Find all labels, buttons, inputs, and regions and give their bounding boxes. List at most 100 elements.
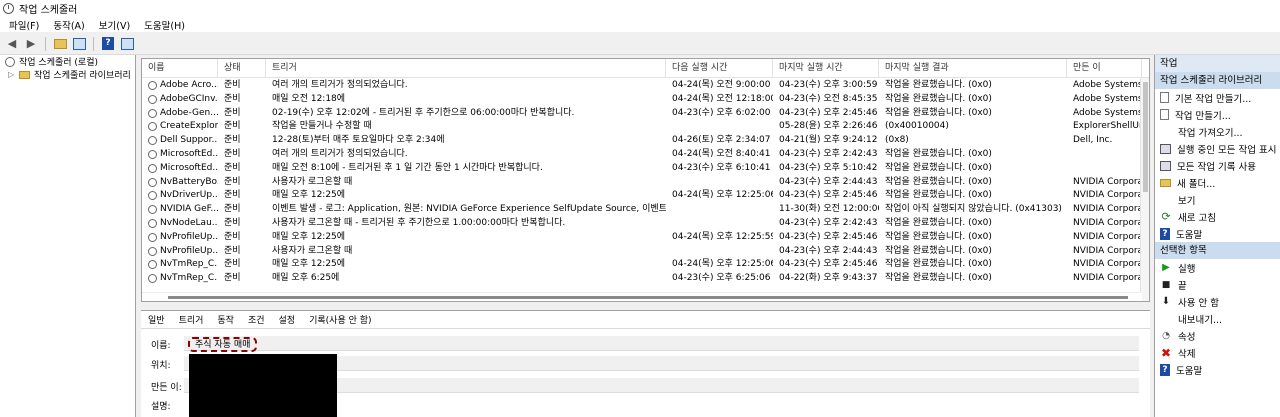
action-item[interactable]: ? 도움말 [1155, 225, 1280, 242]
action-item[interactable]: ? 도움말 [1155, 361, 1280, 378]
task-last-run: 04-23(수) 오후 2:45:46 [773, 258, 879, 272]
tree-item-library[interactable]: ▷ 작업 스케줄러 라이브러리 [0, 68, 135, 81]
tab-settings[interactable]: 설정 [272, 313, 303, 326]
delete-icon: ✖ [1160, 345, 1172, 360]
action-item[interactable]: ✖ 삭제 [1155, 344, 1280, 361]
task-trigger: 이벤트 발생 - 로그: Application, 원본: NVIDIA GeF… [266, 203, 666, 217]
help-icon: ? [1160, 363, 1170, 376]
task-name-text: AdobeGCInv... [160, 93, 218, 104]
tab-triggers[interactable]: 트리거 [172, 313, 211, 326]
table-row[interactable]: NvNodeLau... 준비 사용자가 로그온할 때 - 트리거된 후 주기한으로… [142, 217, 1142, 231]
action-item[interactable]: 새 폴더... [1155, 174, 1280, 191]
back-button[interactable]: ◀ [4, 36, 20, 52]
column-header-trigger[interactable]: 트리거 [266, 59, 666, 78]
author-label: 만든 이: [151, 383, 182, 393]
tree-item-root[interactable]: 작업 스케줄러 (로컬) [0, 55, 135, 68]
task-author-text: Dell, Inc. [1073, 135, 1113, 146]
scroll-thumb[interactable] [1143, 82, 1148, 192]
task-trigger: 02-19(수) 오후 12:02에 - 트리거된 후 주기한으로 06:00:… [266, 107, 666, 121]
action-item[interactable]: 작업 만들기... [1155, 106, 1280, 123]
task-next-run-text: 04-24(목) 오전 12:18:00 [672, 93, 773, 104]
task-status-text: 준비 [224, 231, 241, 242]
column-header-author[interactable]: 만든 이 [1067, 59, 1142, 78]
library-section-header[interactable]: 작업 스케줄러 라이브러리 [1155, 72, 1280, 89]
task-clock-icon [148, 163, 157, 173]
action-item[interactable]: ⟳ 새로 고침 [1155, 208, 1280, 225]
expand-chevron-icon[interactable]: ▷ [8, 70, 16, 79]
table-row[interactable]: MicrosoftEd... 준비 매일 오전 8:10에 - 트리거된 후 1 일… [142, 162, 1142, 176]
column-header-next-run[interactable]: 다음 실행 시간 [666, 59, 773, 78]
action-item-label: 실행 [1178, 263, 1196, 275]
show-hide-action-pane-button[interactable] [119, 36, 135, 52]
task-last-result-text: 작업을 완료했습니다. (0x0) [885, 107, 992, 118]
horizontal-scrollbar[interactable] [142, 292, 1142, 301]
title-bar: 작업 스케줄러 [0, 0, 1280, 17]
table-row[interactable]: NvTmRep_C... 준비 매일 오후 6:25에 04-23(수) 오후 6:2… [142, 272, 1142, 286]
action-item[interactable]: 보기 [1155, 191, 1280, 208]
action-item[interactable]: 기본 작업 만들기... [1155, 89, 1280, 106]
window-title: 작업 스케줄러 [19, 5, 78, 16]
task-author-text: Adobe Systems [1073, 107, 1142, 118]
table-row[interactable]: AdobeGCInv... 준비 매일 오전 12:18에 04-24(목) 오전 1… [142, 93, 1142, 107]
table-row[interactable]: Dell Suppor... 준비 12-28(토)부터 매주 토요일마다 오후 2… [142, 134, 1142, 148]
show-hide-console-tree-button[interactable] [71, 36, 87, 52]
table-row[interactable]: NVIDIA GeF... 준비 이벤트 발생 - 로그: Application,… [142, 203, 1142, 217]
table-row[interactable]: Adobe Acro... 준비 여러 개의 트리거가 정의되었습니다. 04-24(… [142, 79, 1142, 93]
name-field[interactable] [184, 336, 1139, 351]
task-last-run-text: 11-30(화) 오전 12:00:00 [779, 204, 879, 215]
table-row[interactable]: NvProfileUp... 준비 사용자가 로그온할 때 04-23(수) 오후 2… [142, 245, 1142, 259]
action-item[interactable]: ■ 끝 [1155, 276, 1280, 293]
vertical-scrollbar[interactable] [1140, 78, 1149, 301]
console-tree: 작업 스케줄러 (로컬) ▷ 작업 스케줄러 라이브러리 [0, 55, 136, 417]
task-last-run: 04-23(수) 오후 3:00:59 [773, 79, 879, 93]
task-clock-icon [148, 136, 157, 146]
tab-conditions[interactable]: 조건 [241, 313, 272, 326]
forward-button[interactable]: ▶ [23, 36, 39, 52]
task-status: 준비 [218, 120, 266, 134]
table-row[interactable]: MicrosoftEd... 준비 여러 개의 트리거가 정의되었습니다. 04-24… [142, 148, 1142, 162]
menu-help[interactable]: 도움말(H) [143, 18, 186, 32]
task-trigger: 사용자가 로그온할 때 [266, 245, 666, 259]
action-item[interactable]: ▶ 실행 [1155, 259, 1280, 276]
task-trigger: 매일 오후 12:25에 [266, 189, 666, 203]
task-status-text: 준비 [224, 80, 241, 90]
table-row[interactable]: CreateExplor... 준비 작업을 만들거나 수정할 때 05-28(윤) … [142, 120, 1142, 134]
task-last-run: 04-21(월) 오후 9:24:12 [773, 134, 879, 148]
description-label: 설명: [151, 402, 171, 412]
action-item-label: 속성 [1178, 331, 1196, 343]
menu-view[interactable]: 보기(V) [98, 18, 131, 32]
table-row[interactable]: NvBatteryBo... 준비 사용자가 로그온할 때 04-23(수) 오후 2… [142, 176, 1142, 190]
tab-history[interactable]: 기록(사용 안 함) [302, 313, 378, 326]
task-trigger-text: 매일 오후 12:25에 [272, 231, 346, 242]
help-button[interactable]: ? [100, 36, 116, 52]
task-last-run: 11-30(화) 오전 12:00:00 [773, 203, 879, 217]
action-item[interactable]: 작업 가져오기... [1155, 123, 1280, 140]
table-row[interactable]: Adobe-Gen... 준비 02-19(수) 오후 12:02에 - 트리거된 … [142, 107, 1142, 121]
tab-general[interactable]: 일반 [141, 313, 172, 326]
table-row[interactable]: NvProfileUp... 준비 매일 오후 12:25에 04-24(목) 오후 … [142, 231, 1142, 245]
task-name: MicrosoftEd... [142, 162, 218, 176]
column-header-last-result[interactable]: 마지막 실행 결과 [879, 59, 1067, 78]
selected-item-section-header[interactable]: 선택한 항목 [1155, 242, 1280, 259]
menu-action[interactable]: 동작(A) [52, 18, 85, 32]
task-last-run-text: 04-22(화) 오후 9:43:37 [779, 273, 878, 284]
table-row[interactable]: NvTmRep_C... 준비 매일 오후 12:25에 04-24(목) 오후 12… [142, 258, 1142, 272]
action-item[interactable]: ◔ 속성 [1155, 327, 1280, 344]
task-trigger: 12-28(토)부터 매주 토요일마다 오후 2:34에 [266, 134, 666, 148]
tree-item-label: 작업 스케줄러 (로컬) [19, 58, 98, 68]
tab-actions[interactable]: 동작 [210, 313, 241, 326]
action-item[interactable]: 실행 중인 모든 작업 표시 [1155, 140, 1280, 157]
task-name: NvNodeLau... [142, 217, 218, 231]
action-item[interactable]: 내보내기... [1155, 310, 1280, 327]
stop-icon: ■ [1161, 279, 1171, 290]
action-item[interactable]: 모든 작업 기록 사용 [1155, 157, 1280, 174]
column-header-status[interactable]: 상태 [218, 59, 266, 78]
table-row[interactable]: NvDriverUp... 준비 매일 오후 12:25에 04-24(목) 오후 1… [142, 189, 1142, 203]
menu-file[interactable]: 파일(F) [8, 18, 40, 32]
column-header-last-run[interactable]: 마지막 실행 시간 [773, 59, 879, 78]
task-last-run-text: 04-23(수) 오후 2:45:46 [779, 190, 878, 201]
action-item[interactable]: ⬇ 사용 안 함 [1155, 293, 1280, 310]
scroll-thumb[interactable] [168, 296, 1128, 299]
up-folder-button[interactable] [52, 36, 68, 52]
column-header-name[interactable]: 이름 [142, 59, 218, 78]
